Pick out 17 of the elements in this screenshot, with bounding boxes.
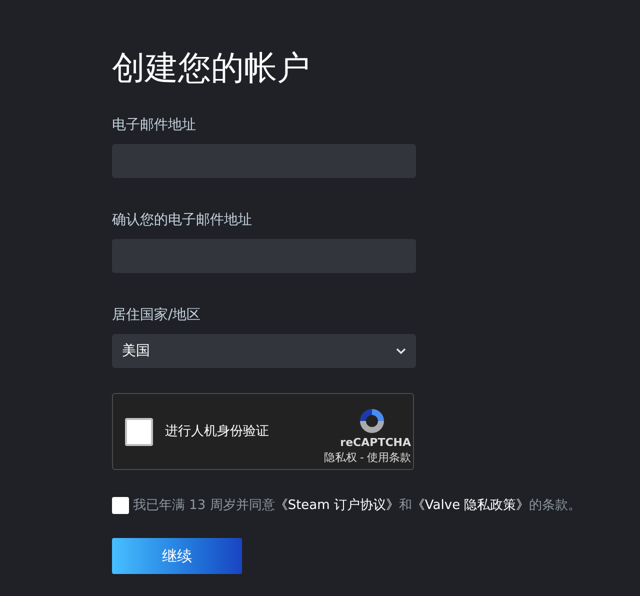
continue-button[interactable]: 继续 <box>112 538 242 574</box>
country-select[interactable]: 美国 <box>112 334 416 368</box>
separator: - <box>360 450 364 466</box>
privacy-link[interactable]: 隐私权 <box>324 450 358 466</box>
chevron-down-icon <box>396 348 406 354</box>
captcha-label: 进行人机身份验证 <box>165 422 270 441</box>
agreement-checkbox[interactable] <box>112 497 129 514</box>
agreement-link[interactable]: 《Steam 订户协议》 <box>274 498 399 513</box>
field-label: 确认您的电子邮件地址 <box>112 211 253 229</box>
recaptcha-brand: reCAPTCHA <box>340 436 411 450</box>
field-label: 居住国家/地区 <box>112 306 202 324</box>
terms-link[interactable]: 使用条款 <box>367 450 411 466</box>
agreement-link[interactable]: 《Valve 隐私政策》 <box>412 498 530 513</box>
checkbox[interactable] <box>125 418 153 446</box>
field-label: 电子邮件地址 <box>112 116 197 134</box>
agreement-text: 我已年满 13 周岁并同意《Steam 订户协议》和《Valve 隐私政策》的条款。 <box>133 497 582 515</box>
page-title: 创建您的帐户 <box>112 48 311 88</box>
